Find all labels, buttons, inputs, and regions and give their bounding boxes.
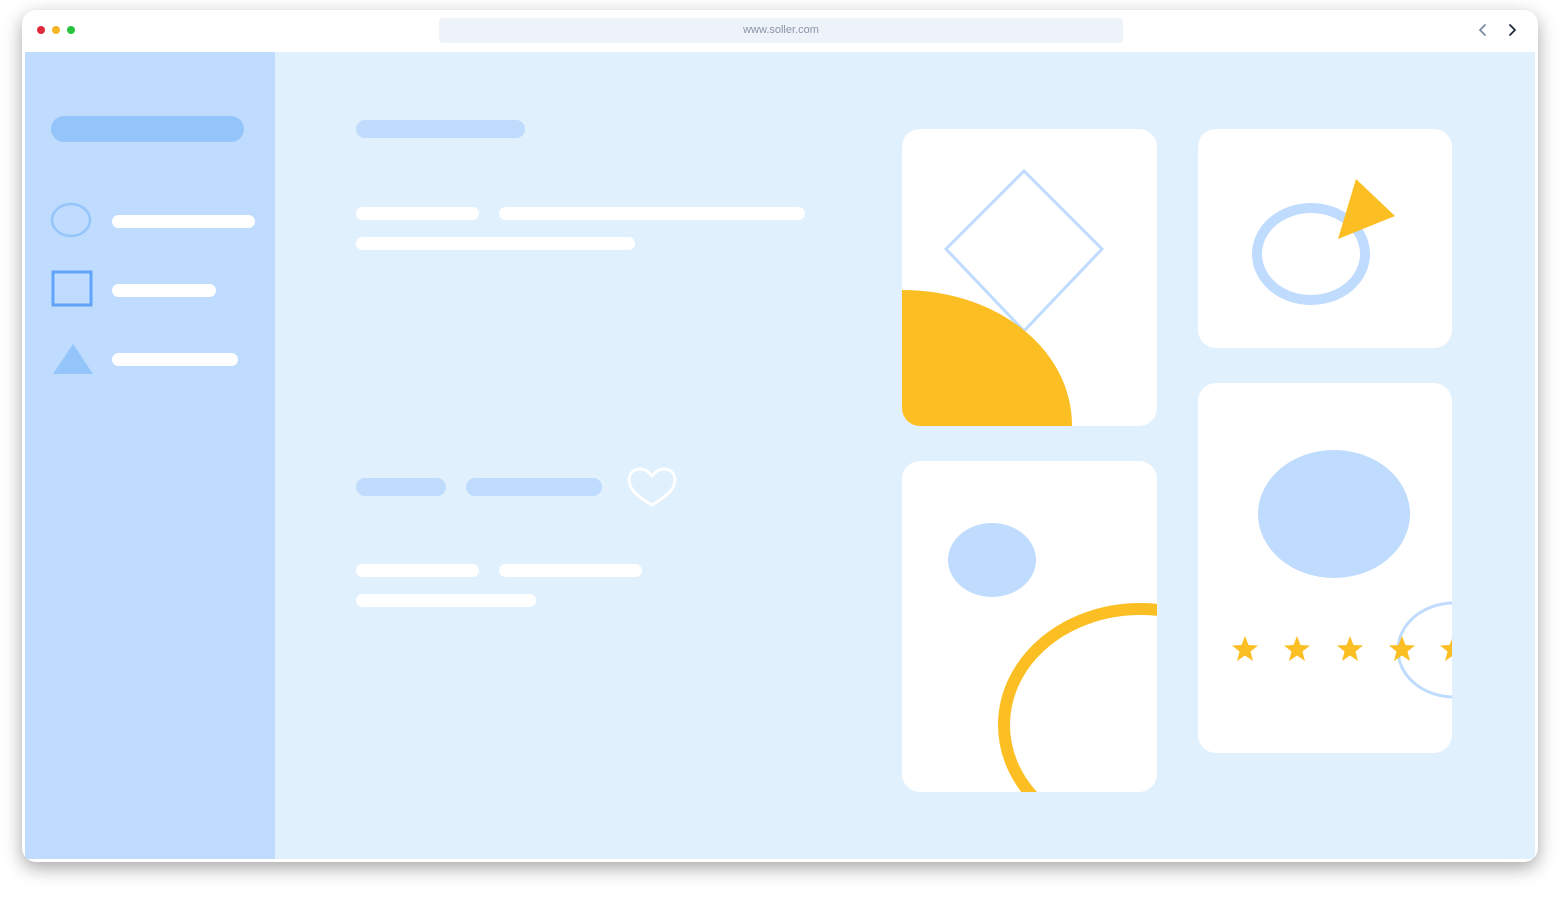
sidebar-item-label (112, 353, 238, 366)
ring-triangle-illustration (1252, 179, 1395, 305)
close-window-dot[interactable] (37, 26, 45, 34)
star-icon[interactable] (1438, 635, 1452, 663)
browser-titlebar: www.soller.com (22, 10, 1538, 52)
text-line-placeholder (356, 207, 479, 220)
section-title-placeholder (356, 120, 525, 138)
card-ring-triangle[interactable] (1198, 129, 1452, 348)
chevron-right-icon[interactable] (1504, 22, 1520, 38)
star-icon[interactable] (1282, 635, 1312, 663)
card-dot-arc[interactable] (902, 461, 1157, 792)
sidebar-item-label (112, 284, 216, 297)
sidebar-item-label (112, 215, 255, 228)
text-line-placeholder (356, 594, 536, 607)
chevron-left-icon[interactable] (1475, 22, 1491, 38)
text-line-placeholder (356, 237, 635, 250)
circle-outline-icon (50, 202, 92, 238)
star-icon[interactable] (1387, 635, 1417, 663)
tag-placeholder[interactable] (466, 478, 602, 496)
minimize-window-dot[interactable] (52, 26, 60, 34)
card-rating[interactable] (1198, 383, 1452, 753)
browser-window: www.soller.com (22, 10, 1538, 862)
triangle-icon (51, 342, 95, 378)
sidebar-header-placeholder (51, 116, 244, 142)
rating-illustration (1258, 450, 1452, 699)
star-icon[interactable] (1230, 635, 1260, 663)
text-line-placeholder (499, 564, 642, 577)
main-content (275, 52, 1535, 859)
quarter-circle-diamond-illustration (902, 168, 1105, 426)
text-line-placeholder (356, 564, 479, 577)
square-outline-icon (51, 270, 95, 308)
sidebar (25, 52, 275, 859)
heart-outline-icon[interactable] (625, 465, 679, 509)
dot-arc-illustration (948, 523, 1157, 792)
card-quarter-circle[interactable] (902, 129, 1157, 426)
maximize-window-dot[interactable] (67, 26, 75, 34)
text-line-placeholder (499, 207, 805, 220)
address-bar[interactable]: www.soller.com (439, 18, 1123, 43)
star-icon[interactable] (1335, 635, 1365, 663)
tag-placeholder[interactable] (356, 478, 446, 496)
